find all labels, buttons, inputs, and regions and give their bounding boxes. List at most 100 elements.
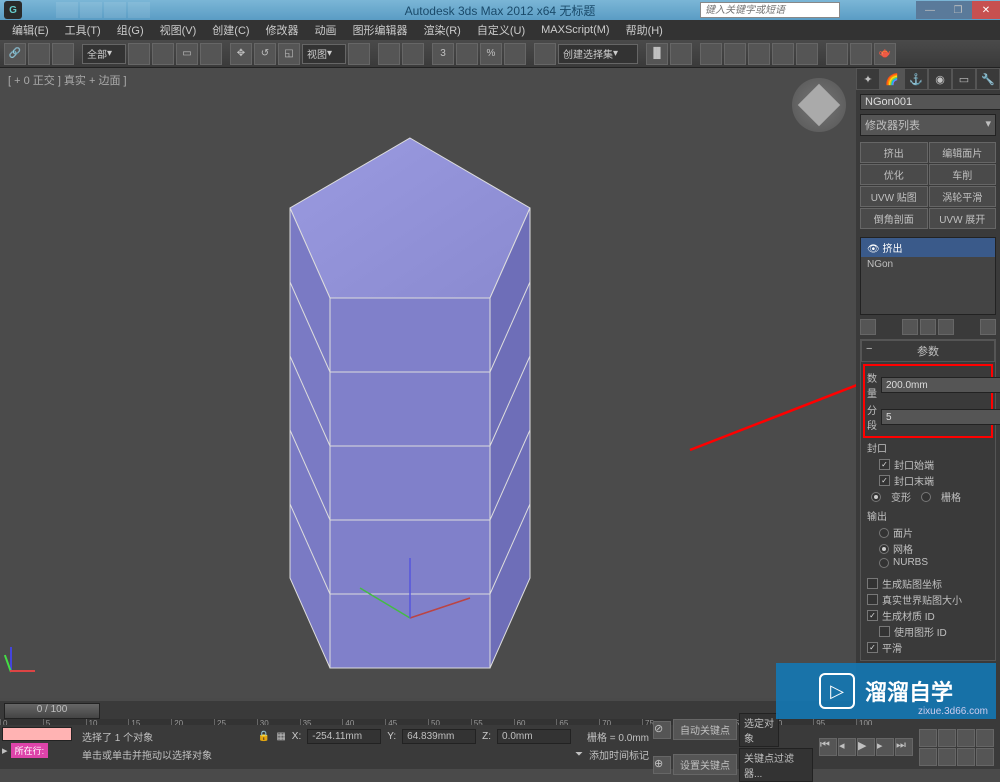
pivot-icon[interactable] [348, 43, 370, 65]
set-key-button[interactable]: 设置关键点 [673, 754, 737, 775]
lock-selection-icon[interactable]: 🔒 [258, 731, 270, 742]
help-search-input[interactable] [700, 2, 840, 18]
make-unique-icon[interactable] [920, 319, 936, 335]
selection-filter-dropdown[interactable]: 全部 ▾ [82, 44, 126, 64]
menu-rendering[interactable]: 渲染(R) [416, 20, 469, 40]
modifier-list-dropdown[interactable]: 修改器列表▾ [860, 114, 996, 136]
goto-start-icon[interactable]: ⏮ [819, 738, 837, 756]
schematic-icon[interactable] [772, 43, 794, 65]
object-name-input[interactable] [860, 94, 1000, 110]
remove-modifier-icon[interactable] [938, 319, 954, 335]
prev-frame-icon[interactable]: ◂ [838, 738, 856, 756]
add-time-tag[interactable]: 添加时间标记 [589, 747, 649, 762]
menu-customize[interactable]: 自定义(U) [469, 20, 533, 40]
mod-btn-turbosmooth[interactable]: 涡轮平滑 [929, 186, 997, 207]
play-icon[interactable]: ▶ [857, 738, 875, 756]
ref-coord-dropdown[interactable]: 视图 ▾ [302, 44, 346, 64]
scene-object[interactable] [260, 128, 580, 688]
bind-icon[interactable] [52, 43, 74, 65]
mod-btn-optimize[interactable]: 优化 [860, 164, 928, 185]
show-end-result-icon[interactable] [902, 319, 918, 335]
isolate-icon[interactable]: ▦ [276, 731, 285, 742]
segments-spinner[interactable]: ▲▼ [881, 409, 1000, 425]
rotate-icon[interactable]: ↺ [254, 43, 276, 65]
menu-maxscript[interactable]: MAXScript(M) [533, 22, 617, 38]
goto-end-icon[interactable]: ⏭ [895, 738, 913, 756]
selected-dropdown[interactable]: 选定对象 [739, 713, 779, 747]
menu-group[interactable]: 组(G) [109, 20, 152, 40]
qa-save-icon[interactable] [80, 2, 102, 18]
configure-sets-icon[interactable] [980, 319, 996, 335]
qa-open-icon[interactable] [56, 2, 78, 18]
close-button[interactable]: ✕ [972, 1, 1000, 19]
patch-radio[interactable] [879, 528, 889, 538]
snap-toggle-icon[interactable]: 3 [432, 43, 454, 65]
goto-line-icon[interactable]: ▸ [2, 745, 8, 757]
named-selection-dropdown[interactable]: 创建选择集 ▾ [558, 44, 638, 64]
menu-views[interactable]: 视图(V) [152, 20, 205, 40]
mod-btn-uvwunwrap[interactable]: UVW 展开 [929, 208, 997, 229]
time-tag-icon[interactable]: ⏷ [575, 749, 583, 760]
link-icon[interactable]: 🔗 [4, 43, 26, 65]
qa-redo-icon[interactable] [128, 2, 150, 18]
layers-icon[interactable] [700, 43, 722, 65]
menu-help[interactable]: 帮助(H) [618, 20, 671, 40]
keyboard-shortcut-icon[interactable] [402, 43, 424, 65]
select-icon[interactable] [128, 43, 150, 65]
material-editor-icon[interactable] [796, 43, 818, 65]
pin-stack-icon[interactable] [860, 319, 876, 335]
time-slider-handle[interactable]: 0 / 100 [4, 703, 100, 719]
spinner-snap-icon[interactable] [504, 43, 526, 65]
use-shape-id-checkbox[interactable] [879, 626, 890, 637]
z-coord-input[interactable]: 0.0mm [497, 729, 571, 744]
menu-grapheditors[interactable]: 图形编辑器 [345, 20, 416, 40]
cap-end-checkbox[interactable]: ✓ [879, 475, 890, 486]
zoom-extents-icon[interactable] [957, 729, 975, 747]
utilities-tab-icon[interactable]: 🔧 [976, 68, 1000, 90]
select-region-icon[interactable]: ▭ [176, 43, 198, 65]
align-icon[interactable] [670, 43, 692, 65]
graphite-icon[interactable] [724, 43, 746, 65]
modify-tab-icon[interactable]: 🌈 [880, 68, 904, 90]
y-coord-input[interactable]: 64.839mm [402, 729, 476, 744]
edit-named-sel-icon[interactable] [534, 43, 556, 65]
move-icon[interactable]: ✥ [230, 43, 252, 65]
minimize-button[interactable]: — [916, 1, 944, 19]
mod-btn-uvwmap[interactable]: UVW 贴图 [860, 186, 928, 207]
viewport-label[interactable]: [ + 0 正交 ] 真实 + 边面 ] [8, 72, 127, 88]
menu-create[interactable]: 创建(C) [204, 20, 257, 40]
amount-spinner[interactable]: ▲▼ [881, 377, 1000, 393]
render-frame-icon[interactable] [850, 43, 872, 65]
create-tab-icon[interactable]: ✦ [856, 68, 880, 90]
amount-input[interactable] [882, 378, 1000, 392]
orbit-icon[interactable] [938, 748, 956, 766]
window-crossing-icon[interactable] [200, 43, 222, 65]
next-frame-icon[interactable]: ▸ [876, 738, 894, 756]
percent-snap-icon[interactable]: % [480, 43, 502, 65]
motion-tab-icon[interactable]: ◉ [928, 68, 952, 90]
info-icon[interactable] [890, 3, 904, 17]
select-manipulate-icon[interactable] [378, 43, 400, 65]
rollout-header[interactable]: 参数 [861, 340, 995, 362]
mod-btn-lathe[interactable]: 车削 [929, 164, 997, 185]
segments-input[interactable] [882, 410, 1000, 424]
nurbs-radio[interactable] [879, 558, 889, 568]
curve-editor-icon[interactable] [748, 43, 770, 65]
menu-animation[interactable]: 动画 [307, 20, 345, 40]
select-name-icon[interactable] [152, 43, 174, 65]
render-icon[interactable]: 🫖 [874, 43, 896, 65]
mirror-icon[interactable]: ▐▌ [646, 43, 668, 65]
display-tab-icon[interactable]: ▭ [952, 68, 976, 90]
unlink-icon[interactable] [28, 43, 50, 65]
render-setup-icon[interactable] [826, 43, 848, 65]
zoom-region-icon[interactable] [976, 729, 994, 747]
gen-matid-checkbox[interactable]: ✓ [867, 610, 878, 621]
mod-btn-editpatch[interactable]: 编辑面片 [929, 142, 997, 163]
zoom-icon[interactable] [919, 729, 937, 747]
zoom-all-icon[interactable] [938, 729, 956, 747]
field-of-view-icon[interactable] [976, 748, 994, 766]
maximize-viewport-icon[interactable] [957, 748, 975, 766]
set-key-icon[interactable]: ⊕ [653, 756, 671, 774]
morph-radio[interactable] [871, 492, 881, 502]
maximize-button[interactable]: ❐ [944, 1, 972, 19]
